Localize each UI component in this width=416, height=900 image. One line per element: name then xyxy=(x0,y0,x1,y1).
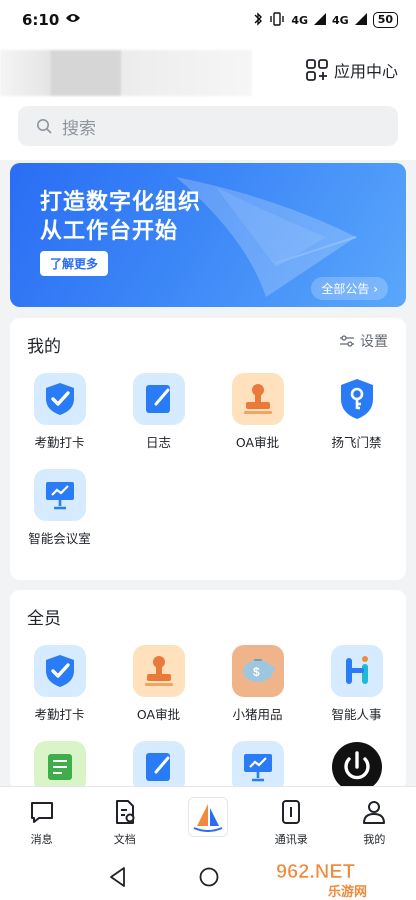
my-app-tile[interactable]: OA审批 xyxy=(208,373,307,451)
all-staff-apps-card: 全员 考勤打卡 OA审批 $ 小猪用品 智能人事 xyxy=(10,590,406,790)
tab-label: 文档 xyxy=(113,833,136,846)
search-placeholder: 搜索 xyxy=(62,118,96,139)
app-label: OA审批 xyxy=(136,707,181,722)
svg-text:$: $ xyxy=(253,665,260,679)
my-apps-title: 我的 xyxy=(27,337,61,357)
site-watermark: 962.NET 乐游网 xyxy=(268,860,408,900)
eye-icon xyxy=(65,12,81,28)
watermark-bottom: 乐游网 xyxy=(328,884,367,900)
top-header: 应用中心 xyxy=(0,40,416,100)
search-icon xyxy=(37,119,52,134)
all-announcements-link[interactable]: 全部公告 › xyxy=(311,277,388,300)
scroll-icon xyxy=(33,741,86,790)
signal-2: 4G xyxy=(332,13,349,27)
presentation-board-icon xyxy=(231,741,284,790)
signal-1: 4G xyxy=(291,13,308,27)
sailboat-logo-icon xyxy=(188,797,228,837)
my-app-tile[interactable]: 考勤打卡 xyxy=(10,373,109,451)
my-app-tile[interactable]: 日志 xyxy=(109,373,208,451)
battery-indicator: 50 xyxy=(372,12,398,28)
all-staff-app-tile[interactable] xyxy=(109,741,208,790)
app-center-label: 应用中心 xyxy=(333,62,398,81)
app-label: 小猪用品 xyxy=(232,707,283,722)
tab-label: 我的 xyxy=(363,833,386,846)
promo-banner[interactable]: 打造数字化组织 从工作台开始 了解更多 全部公告 › xyxy=(10,163,406,307)
app-center-button[interactable]: 应用中心 xyxy=(306,58,398,82)
all-staff-app-tile[interactable]: 智能人事 xyxy=(307,645,406,723)
vibrate-icon xyxy=(269,11,285,29)
search-input[interactable]: 搜索 xyxy=(18,106,398,146)
hr-h-icon xyxy=(330,645,383,697)
all-staff-app-tile[interactable] xyxy=(307,741,406,790)
checkin-shield-icon xyxy=(33,373,86,425)
message-icon xyxy=(29,799,55,829)
bluetooth-icon xyxy=(253,11,263,29)
all-staff-title: 全员 xyxy=(27,609,61,629)
bottom-tab-bar: 消息 文档 通讯录 我的 xyxy=(0,786,416,854)
status-bar: 6:10 4G 4G 50 xyxy=(0,0,416,40)
notebook-pen-icon xyxy=(132,741,185,790)
my-app-tile[interactable]: 智能会议室 xyxy=(10,469,109,547)
tab-profile[interactable]: 我的 xyxy=(333,787,416,854)
signal-bars-icon xyxy=(314,12,326,28)
stamp-icon xyxy=(132,645,185,697)
watermark-top: 962.NET xyxy=(276,861,355,883)
signal-bars-icon xyxy=(354,12,367,28)
all-staff-app-tile[interactable]: $ 小猪用品 xyxy=(208,645,307,723)
all-staff-app-tile[interactable] xyxy=(10,741,109,790)
app-label: 智能人事 xyxy=(331,707,382,722)
status-time: 6:10 xyxy=(22,11,60,29)
checkin-shield-icon xyxy=(33,645,86,697)
power-icon xyxy=(330,741,383,790)
tab-sailboat-logo[interactable] xyxy=(166,787,249,854)
all-staff-apps-grid: 考勤打卡 OA审批 $ 小猪用品 智能人事 xyxy=(10,645,406,790)
my-apps-grid: 考勤打卡 日志 OA审批 扬飞门禁智能会议室 xyxy=(10,373,406,547)
settings-label: 设置 xyxy=(360,334,388,350)
back-icon[interactable] xyxy=(108,866,128,888)
app-label: 扬飞门禁 xyxy=(331,435,382,450)
tab-document[interactable]: 文档 xyxy=(83,787,166,854)
stamp-icon xyxy=(231,373,284,425)
learn-more-button[interactable]: 了解更多 xyxy=(40,251,109,276)
app-grid-icon xyxy=(306,59,328,81)
my-apps-card: 我的 设置 考勤打卡 日志 OA审批 扬飞门禁智能会议室 xyxy=(10,318,406,580)
profile-icon xyxy=(361,799,387,829)
app-label: 考勤打卡 xyxy=(34,435,85,450)
home-icon[interactable] xyxy=(198,866,220,888)
tab-label: 消息 xyxy=(30,833,53,846)
settings-button[interactable]: 设置 xyxy=(339,331,388,351)
app-label: 日志 xyxy=(145,435,171,450)
app-label: OA审批 xyxy=(235,435,280,450)
search-section: 搜索 xyxy=(0,100,416,160)
notebook-pen-icon xyxy=(132,373,185,425)
tab-label: 通讯录 xyxy=(274,833,308,846)
all-staff-app-tile[interactable] xyxy=(208,741,307,790)
banner-title-line2: 从工作台开始 xyxy=(40,219,179,244)
tab-contacts[interactable]: 通讯录 xyxy=(250,787,333,854)
app-label: 考勤打卡 xyxy=(34,707,85,722)
all-staff-app-tile[interactable]: OA审批 xyxy=(109,645,208,723)
document-icon xyxy=(112,799,138,829)
banner-title: 打造数字化组织 从工作台开始 xyxy=(40,188,201,246)
all-staff-app-tile[interactable]: 考勤打卡 xyxy=(10,645,109,723)
status-indicators: 4G 4G 50 xyxy=(253,11,398,29)
piggy-bank-icon: $ xyxy=(231,645,284,697)
sliders-icon xyxy=(340,335,354,347)
banner-title-line1: 打造数字化组织 xyxy=(40,190,202,215)
tab-message[interactable]: 消息 xyxy=(0,787,83,854)
key-shield-icon xyxy=(330,373,383,425)
presentation-board-icon xyxy=(33,469,86,521)
blurred-org-name xyxy=(0,50,252,96)
app-label: 智能会议室 xyxy=(28,531,91,546)
my-app-tile[interactable]: 扬飞门禁 xyxy=(307,373,406,451)
contacts-icon xyxy=(278,799,304,829)
